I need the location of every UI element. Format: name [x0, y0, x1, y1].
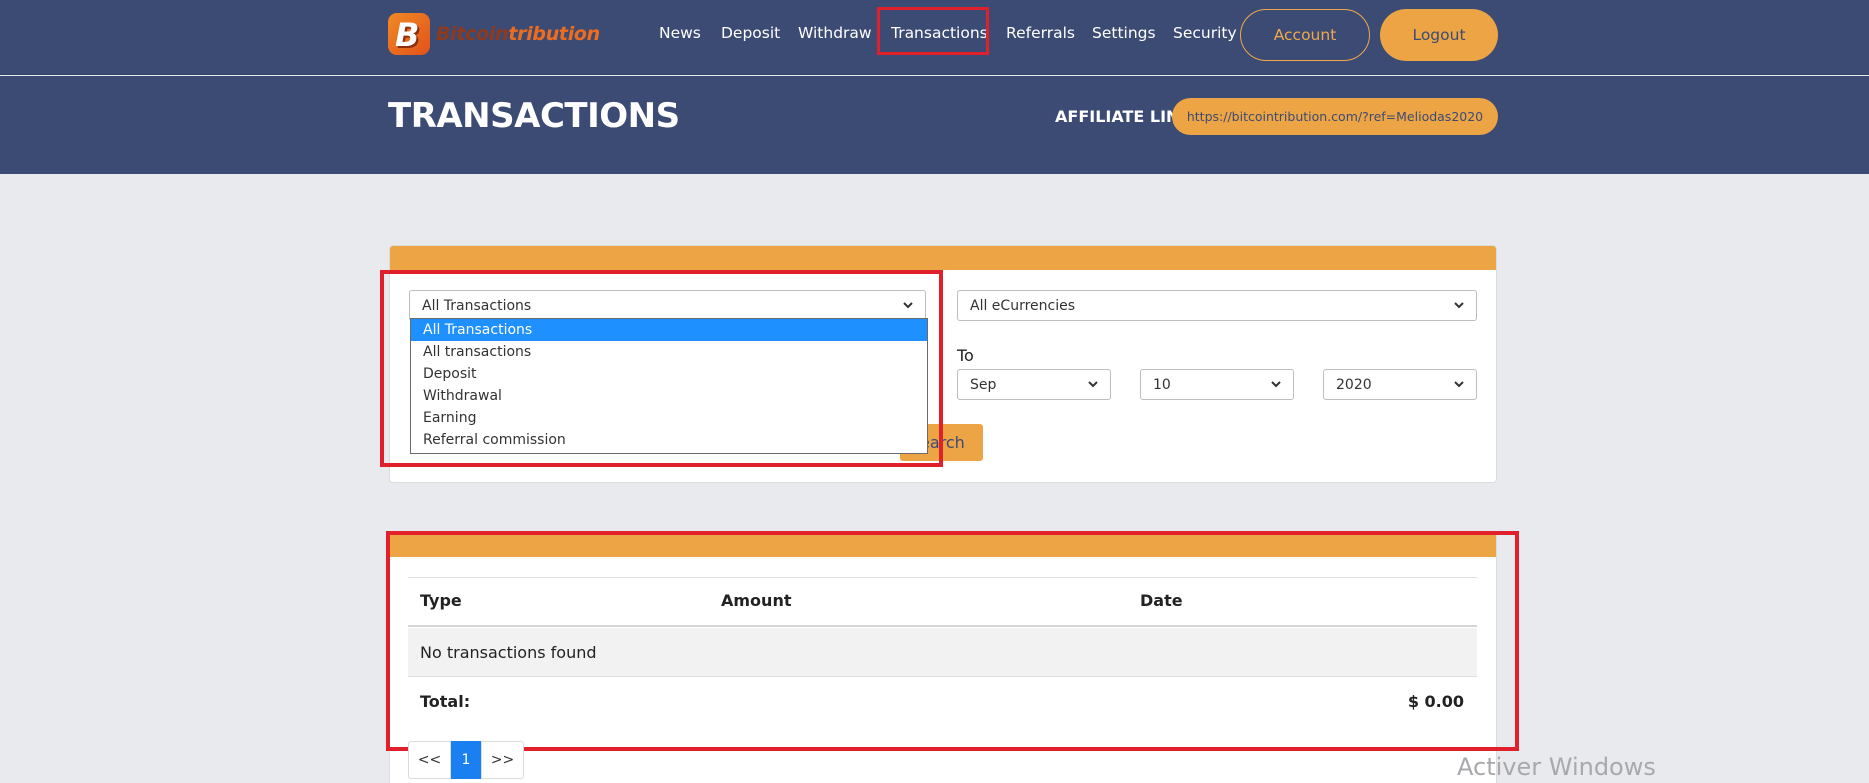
affiliate-link-field[interactable]: https://bitcointribution.com/?ref=Meliod…: [1172, 98, 1498, 135]
page-title: TRANSACTIONS: [388, 96, 680, 136]
logo-badge-icon: B: [388, 13, 430, 55]
currency-select[interactable]: All eCurrencies: [957, 290, 1477, 321]
os-activation-watermark: Activer Windows: [1457, 753, 1656, 781]
nav-news[interactable]: News: [659, 24, 701, 42]
nav-deposit[interactable]: Deposit: [721, 24, 780, 42]
filter-panel-header: [390, 246, 1496, 270]
brand-name-part1: Bitcoin: [436, 23, 509, 45]
nav-security[interactable]: Security: [1173, 24, 1237, 42]
logout-button[interactable]: Logout: [1380, 9, 1498, 61]
annotation-highlight-nav: [877, 7, 989, 55]
nav-withdraw[interactable]: Withdraw: [798, 24, 872, 42]
pagination-current[interactable]: 1: [451, 741, 481, 779]
pagination-prev[interactable]: <<: [408, 741, 451, 779]
to-month-select[interactable]: Sep: [957, 369, 1111, 400]
to-year-select[interactable]: 2020: [1323, 369, 1477, 400]
page-header-band: [0, 76, 1869, 174]
chevron-down-icon: [1271, 381, 1281, 388]
annotation-highlight-filter: [380, 270, 943, 467]
to-label: To: [957, 346, 974, 365]
pagination-next[interactable]: >>: [481, 741, 524, 779]
annotation-highlight-table: [386, 531, 1519, 751]
chevron-down-icon: [1088, 381, 1098, 388]
brand-logo[interactable]: B Bitcointribution: [388, 13, 600, 55]
brand-name-part2: tribution: [508, 23, 600, 45]
to-day-select[interactable]: 10: [1140, 369, 1294, 400]
pagination: << 1 >>: [408, 741, 524, 779]
chevron-down-icon: [1454, 302, 1464, 309]
account-button[interactable]: Account: [1240, 9, 1370, 61]
nav-settings[interactable]: Settings: [1092, 24, 1156, 42]
nav-referrals[interactable]: Referrals: [1006, 24, 1075, 42]
chevron-down-icon: [1454, 381, 1464, 388]
